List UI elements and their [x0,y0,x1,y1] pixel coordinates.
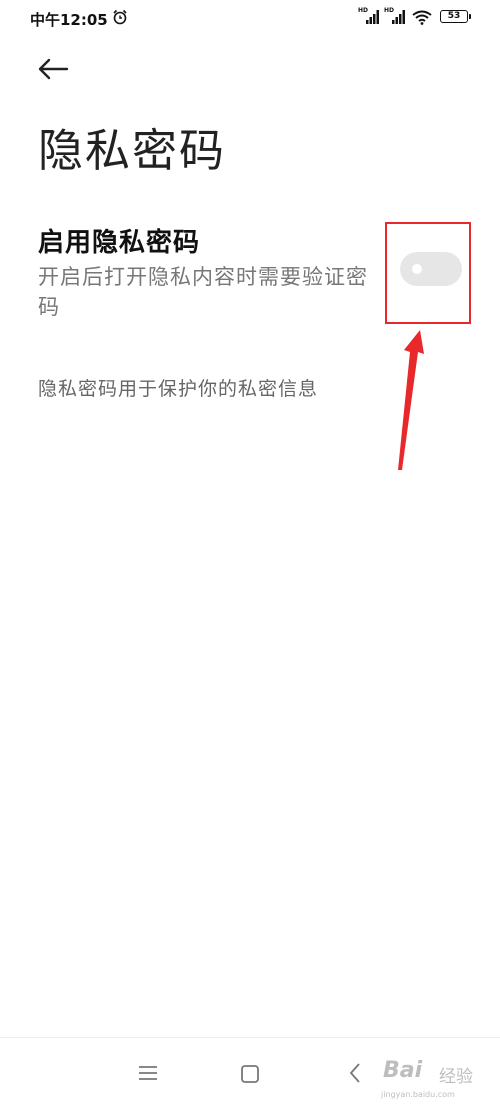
hd-label: HD [384,7,395,14]
setting-description: 开启后打开隐私内容时需要验证密码 [38,265,368,319]
status-time: 中午12:05 [30,11,108,29]
page-title: 隐私密码 [38,124,227,177]
annotation-highlight-box [385,222,471,324]
menu-icon[interactable] [138,1065,158,1081]
footer-note: 隐私密码用于保护你的私密信息 [38,378,319,400]
watermark-url: jingyan.baidu.com [381,1090,455,1099]
setting-title: 启用隐私密码 [38,228,201,258]
hd-label: HD [358,7,369,14]
watermark-brand-cn: 经验 [439,1067,473,1087]
wifi-icon [412,10,432,25]
alarm-icon [113,9,127,25]
signal-icon: HD [384,7,406,30]
battery-icon: 53 [440,10,471,23]
signal-icon: HD [358,7,380,30]
back-button[interactable] [36,56,70,82]
home-icon[interactable] [240,1064,260,1084]
status-bar: 中午12:05 HD HD 53 [0,0,500,36]
watermark-brand: Bai [383,1058,423,1083]
annotation-arrow-icon [398,330,424,470]
baidu-watermark: Bai 经验 jingyan.baidu.com [375,1052,490,1102]
back-icon[interactable] [348,1062,362,1084]
